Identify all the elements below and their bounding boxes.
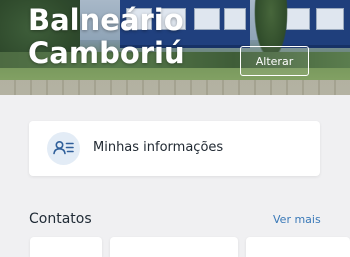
contact-card[interactable]	[110, 237, 238, 257]
contact-card[interactable]	[246, 237, 350, 257]
change-city-button[interactable]: Alterar	[240, 46, 309, 76]
see-more-link[interactable]: Ver mais	[273, 212, 321, 228]
banner-wall	[0, 80, 350, 95]
city-name: Balneário Camboriú	[28, 4, 185, 70]
person-list-icon	[47, 132, 80, 165]
contacts-title: Contatos	[29, 211, 92, 227]
header-banner: Balneário Camboriú Alterar	[0, 0, 350, 95]
my-info-card[interactable]: Minhas informações	[29, 121, 320, 176]
city-name-line2: Camboriú	[28, 36, 185, 70]
city-name-line1: Balneário	[28, 3, 184, 37]
my-info-label: Minhas informações	[93, 140, 224, 155]
contact-card[interactable]	[30, 237, 102, 257]
